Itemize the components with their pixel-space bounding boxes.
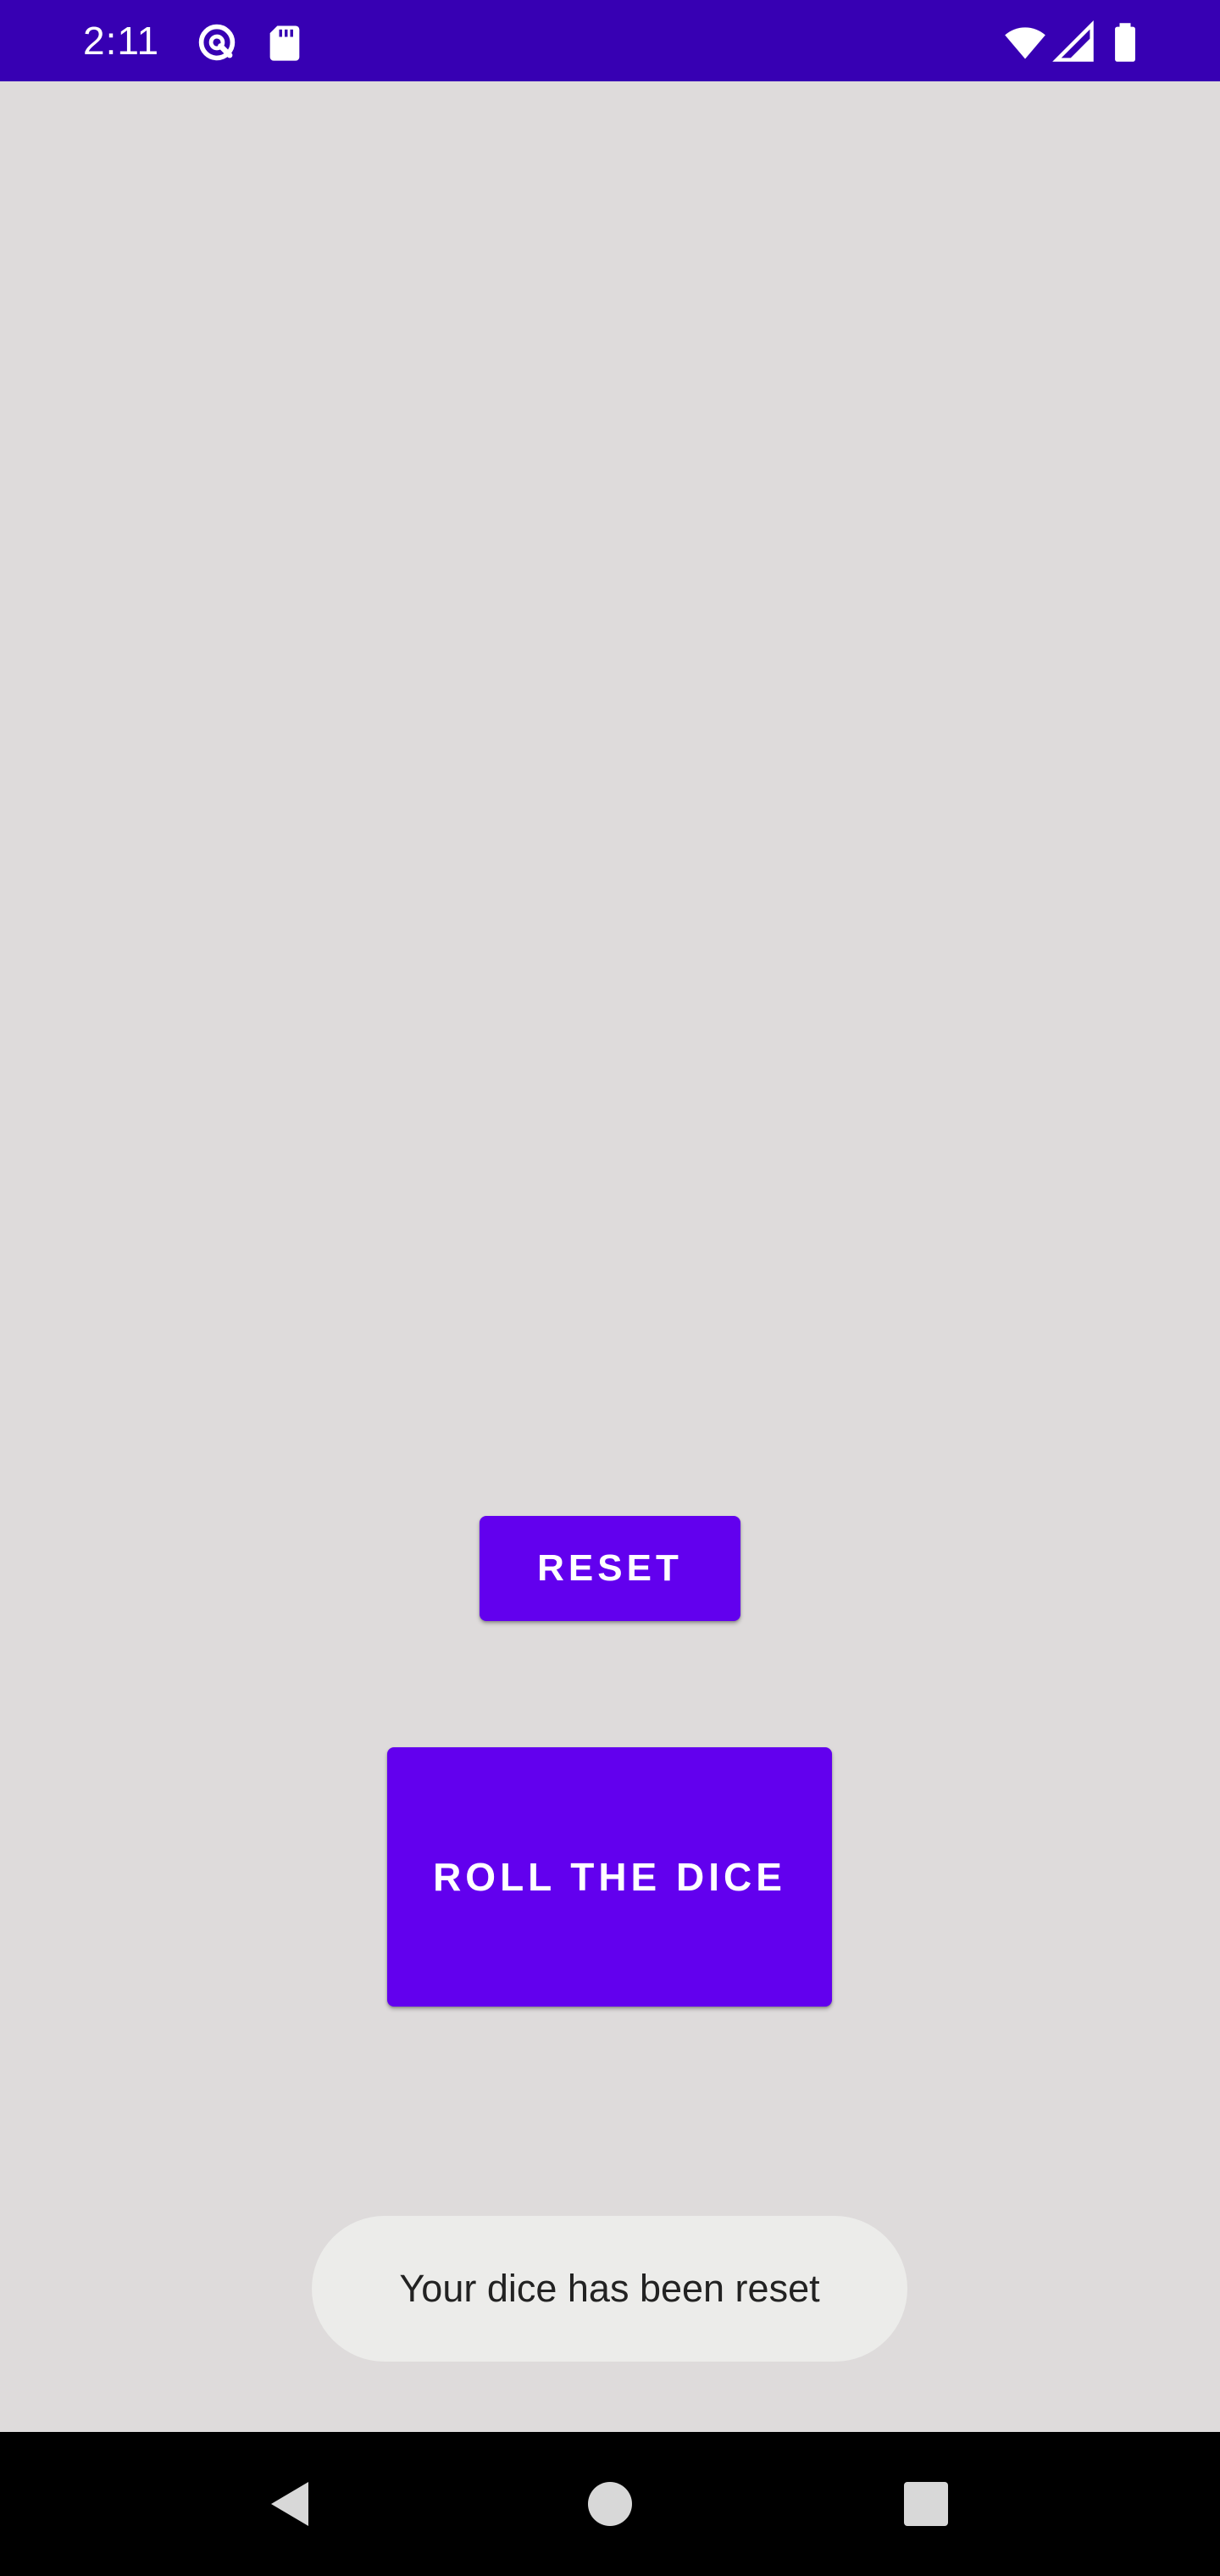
home-icon[interactable] <box>576 2470 644 2538</box>
reset-button[interactable]: RESET <box>480 1516 740 1621</box>
cell-signal-icon <box>1052 20 1096 64</box>
recents-icon[interactable] <box>892 2470 960 2538</box>
data-saver-icon <box>195 20 239 64</box>
wifi-icon <box>1003 20 1047 64</box>
status-bar: 2:11 <box>0 0 1220 81</box>
back-icon[interactable] <box>256 2470 324 2538</box>
status-time: 2:11 <box>83 19 160 63</box>
app-screen: 2:11 RESET ROLL THE DICE Your dice has b… <box>0 0 1220 2576</box>
sd-card-icon <box>263 20 307 64</box>
battery-icon <box>1103 20 1147 64</box>
toast-text: Your dice has been reset <box>399 2267 820 2310</box>
roll-dice-button[interactable]: ROLL THE DICE <box>387 1747 832 2007</box>
toast-message: Your dice has been reset <box>312 2216 907 2362</box>
navigation-bar <box>0 2432 1220 2576</box>
